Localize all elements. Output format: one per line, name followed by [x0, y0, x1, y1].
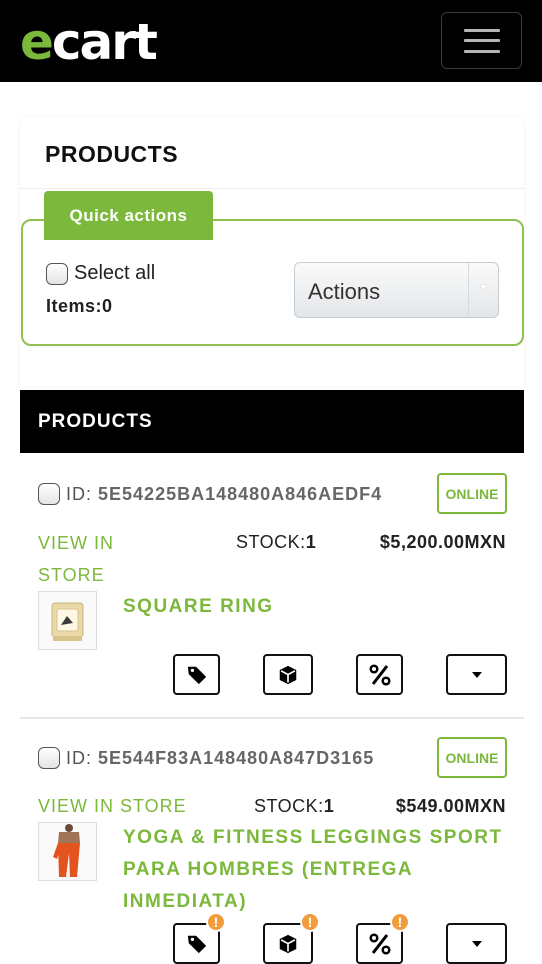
top-navbar: ecart	[0, 0, 542, 82]
status-badge: ONLINE	[437, 473, 507, 514]
product-price: $5,200.00MXN	[379, 532, 506, 552]
product-name[interactable]: YOGA & FITNESS LEGGINGS SPORT PARA HOMBR…	[123, 822, 503, 918]
quick-actions-tab[interactable]: Quick actions	[44, 191, 213, 240]
caret-down-icon	[471, 671, 482, 678]
stock-info: STOCK:1	[236, 532, 317, 552]
view-in-store-link[interactable]: VIEW IN STORE	[38, 527, 148, 591]
divider	[20, 188, 524, 189]
product-thumbnail[interactable]	[38, 591, 97, 650]
warning-icon: !	[300, 912, 320, 932]
price-tag-button[interactable]	[173, 654, 220, 695]
select-all-checkbox[interactable]: Select all	[46, 262, 155, 285]
leggings-image	[39, 823, 96, 880]
box-icon	[279, 665, 297, 684]
box-icon	[279, 934, 297, 953]
status-badge: ONLINE	[437, 737, 507, 778]
select-all-label: Select all	[74, 262, 156, 284]
product-checkbox[interactable]	[38, 483, 60, 505]
tag-icon	[187, 666, 206, 684]
product-id: ID: 5E54225BA148480A846AEDF4	[38, 483, 382, 505]
inventory-button[interactable]	[263, 654, 313, 695]
checkbox[interactable]	[46, 262, 68, 285]
product-checkbox[interactable]	[38, 747, 60, 769]
percent-icon	[368, 663, 391, 686]
percent-icon	[368, 932, 391, 955]
ring-image	[39, 592, 96, 649]
product-thumbnail[interactable]	[38, 822, 97, 881]
actions-select-value: Actions	[308, 279, 381, 304]
tag-icon	[187, 935, 206, 953]
more-options-dropdown[interactable]	[446, 923, 507, 964]
menu-toggle-button[interactable]	[441, 12, 522, 69]
discount-button[interactable]	[356, 654, 403, 695]
products-list-header: PRODUCTS	[20, 390, 524, 453]
product-divider	[20, 717, 524, 719]
ecart-logo[interactable]: ecart	[20, 14, 158, 70]
product-name[interactable]: SQUARE RING	[123, 591, 503, 623]
view-in-store-link[interactable]: VIEW IN STORE	[38, 790, 238, 822]
stock-info: STOCK:1	[254, 796, 335, 816]
actions-select[interactable]: Actions ▼	[294, 262, 499, 318]
more-options-dropdown[interactable]	[446, 654, 507, 695]
hamburger-icon	[464, 29, 500, 32]
page-title: PRODUCTS	[45, 141, 179, 167]
warning-icon: !	[390, 912, 410, 932]
warning-icon: !	[206, 912, 226, 932]
caret-down-icon	[471, 940, 482, 947]
product-id: ID: 5E544F83A148480A847D3165	[38, 747, 374, 769]
chevron-down-icon: ▼	[468, 263, 498, 317]
items-count: Items:0	[46, 296, 113, 316]
product-price: $549.00MXN	[395, 796, 506, 816]
